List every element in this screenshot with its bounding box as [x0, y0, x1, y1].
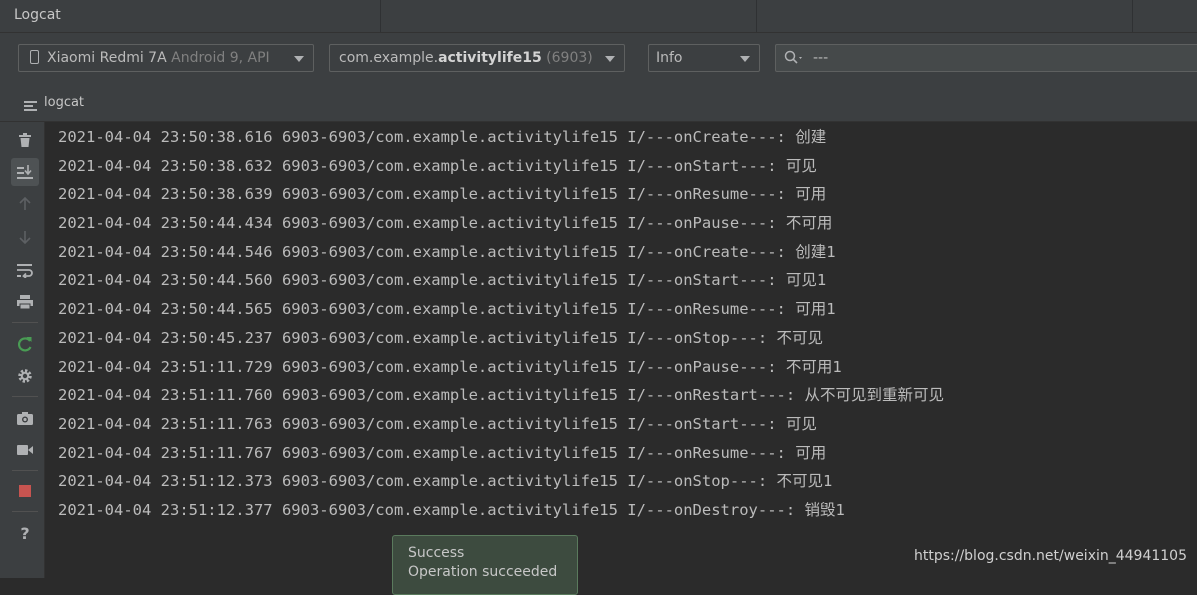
restart-icon[interactable]	[11, 330, 39, 358]
log-line: 2021-04-04 23:50:45.237 6903-6903/com.ex…	[58, 328, 824, 347]
title-divider	[380, 0, 381, 32]
log-level-select[interactable]: Info	[648, 44, 760, 72]
device-select[interactable]: Xiaomi Redmi 7A Android 9, API	[18, 44, 314, 72]
log-line: 2021-04-04 23:51:11.767 6903-6903/com.ex…	[58, 443, 827, 462]
logcat-toolbar: Xiaomi Redmi 7A Android 9, API com.examp…	[0, 33, 1197, 85]
settings-icon[interactable]	[11, 362, 39, 390]
scroll-to-end-icon[interactable]	[11, 158, 39, 186]
logcat-tab-bar: logcat	[0, 85, 1197, 122]
chevron-down-icon	[294, 56, 304, 62]
process-pid: (6903)	[546, 50, 593, 66]
process-select[interactable]: com.example.activitylife15 (6903)	[329, 44, 625, 72]
screenshot-icon[interactable]	[11, 404, 39, 432]
print-icon[interactable]	[11, 288, 39, 316]
logcat-sidebar: ?	[0, 122, 45, 578]
panel-title: Logcat	[14, 7, 61, 23]
chevron-down-icon	[740, 56, 750, 62]
log-line: 2021-04-04 23:50:44.434 6903-6903/com.ex…	[58, 214, 833, 233]
screen-record-icon[interactable]	[11, 436, 39, 464]
search-field[interactable]: ---	[775, 44, 1197, 72]
trash-icon[interactable]	[11, 126, 39, 154]
log-output: 2021-04-04 23:50:38.616 6903-6903/com.ex…	[58, 123, 1178, 525]
soft-wrap-icon[interactable]	[11, 256, 39, 284]
device-name: Xiaomi Redmi 7A	[47, 50, 167, 66]
up-arrow-icon[interactable]	[11, 190, 39, 218]
sidebar-divider	[12, 470, 38, 471]
sidebar-divider	[12, 322, 38, 323]
log-line: 2021-04-04 23:51:12.377 6903-6903/com.ex…	[58, 500, 845, 519]
log-line: 2021-04-04 23:51:12.373 6903-6903/com.ex…	[58, 472, 833, 491]
log-line: 2021-04-04 23:50:44.565 6903-6903/com.ex…	[58, 300, 836, 319]
toast-message: Operation succeeded	[408, 564, 558, 580]
log-line: 2021-04-04 23:50:38.616 6903-6903/com.ex…	[58, 128, 827, 146]
search-input[interactable]: ---	[813, 45, 828, 71]
log-line: 2021-04-04 23:50:44.546 6903-6903/com.ex…	[58, 242, 836, 261]
success-toast[interactable]: Success Operation succeeded	[392, 535, 578, 595]
logcat-tab-label[interactable]: logcat	[44, 95, 84, 110]
title-divider	[1132, 0, 1133, 32]
log-line: 2021-04-04 23:51:11.763 6903-6903/com.ex…	[58, 414, 817, 433]
sidebar-divider	[12, 396, 38, 397]
help-icon[interactable]: ?	[11, 519, 39, 547]
log-line: 2021-04-04 23:50:38.632 6903-6903/com.ex…	[58, 156, 817, 175]
toast-title: Success	[408, 545, 465, 561]
logcat-list-icon	[24, 101, 37, 113]
log-line: 2021-04-04 23:51:11.760 6903-6903/com.ex…	[58, 386, 945, 405]
device-detail: Android 9, API	[171, 50, 270, 66]
logcat-title-bar: Logcat	[0, 0, 1197, 33]
log-level-value: Info	[656, 50, 683, 66]
title-divider	[756, 0, 757, 32]
search-icon	[784, 50, 802, 64]
sidebar-divider	[12, 511, 38, 512]
process-package: activitylife15	[438, 50, 542, 66]
chevron-down-icon	[605, 56, 615, 62]
log-line: 2021-04-04 23:50:38.639 6903-6903/com.ex…	[58, 185, 827, 204]
log-line: 2021-04-04 23:51:11.729 6903-6903/com.ex…	[58, 357, 842, 376]
process-prefix: com.example.	[339, 50, 439, 66]
log-line: 2021-04-04 23:50:44.560 6903-6903/com.ex…	[58, 271, 827, 290]
watermark-text: https://blog.csdn.net/weixin_44941105	[913, 548, 1187, 564]
down-arrow-icon[interactable]	[11, 223, 39, 251]
stop-icon[interactable]	[11, 477, 39, 505]
phone-icon	[30, 50, 39, 64]
